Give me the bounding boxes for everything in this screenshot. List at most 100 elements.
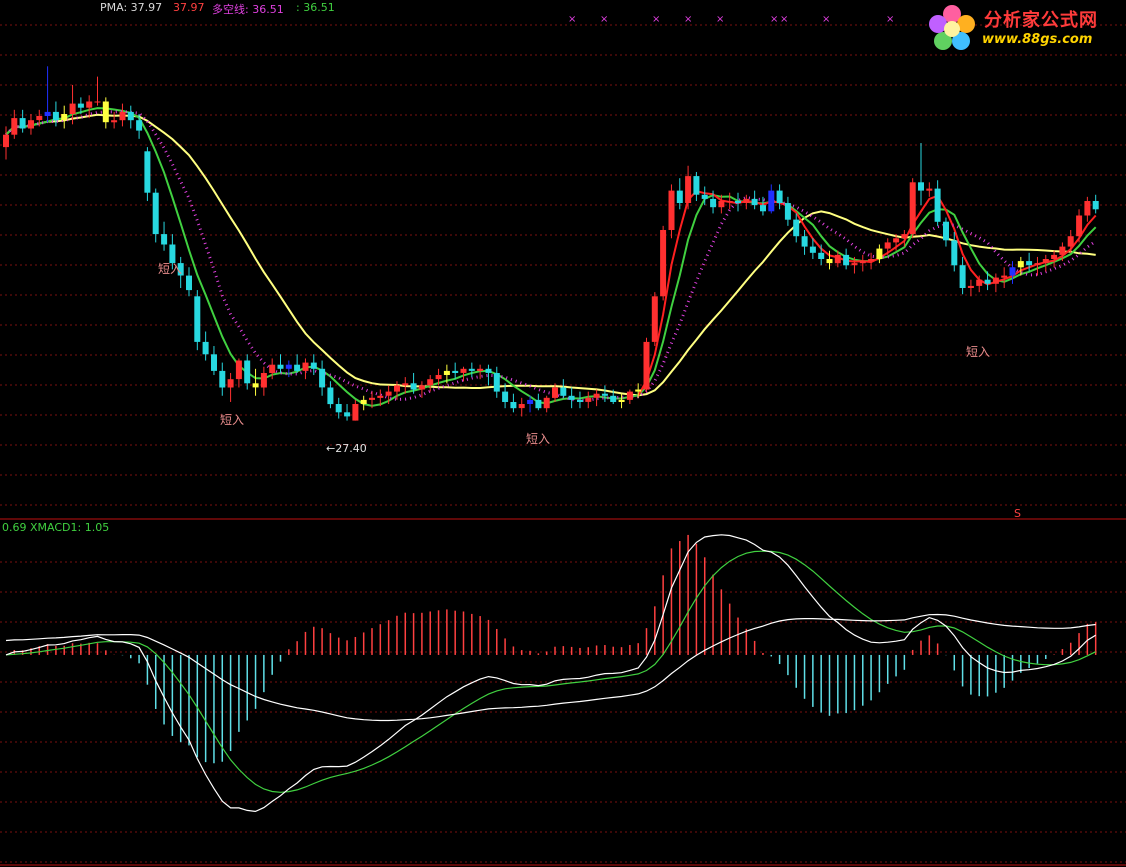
site-logo: 分析家公式网 www.88gs.com: [924, 2, 1124, 54]
candle-body: [136, 120, 143, 131]
candle-body: [801, 236, 808, 247]
candle-body: [1067, 236, 1074, 247]
candle-body: [527, 399, 534, 404]
macd-legend: 0.69 XMACD1: 1.05: [2, 521, 110, 534]
candle-body: [460, 368, 467, 373]
candle-body: [593, 393, 600, 398]
signal-label-1: 短入: [158, 262, 183, 276]
candle-body: [94, 101, 101, 103]
candle-body: [1001, 275, 1008, 278]
signal-x-marker: ×: [600, 14, 608, 25]
candle-body: [344, 412, 351, 417]
candle-body: [127, 111, 134, 121]
candle-body: [743, 198, 750, 203]
candle-body: [452, 370, 459, 373]
pma-legend: PMA: 37.97: [100, 1, 163, 14]
candle-body: [485, 368, 492, 373]
candle-body: [784, 203, 791, 220]
candle-body: [510, 402, 517, 409]
candle-body: [377, 395, 384, 398]
macd-line: [5, 534, 1097, 813]
candle-body: [851, 263, 858, 266]
signal-s-marker: S: [1014, 507, 1021, 520]
logo-url: www.88gs.com: [982, 32, 1093, 47]
candle-body: [1059, 246, 1066, 255]
candle-body: [826, 259, 833, 264]
signal-x-marker: ×: [568, 14, 576, 25]
candle-body: [1084, 201, 1091, 216]
candle-body: [410, 383, 417, 390]
candle-body: [327, 387, 334, 405]
candle-body: [685, 176, 692, 203]
candle-body: [36, 116, 43, 121]
signal-label-2: 短入: [220, 413, 245, 427]
candle-body: [277, 364, 284, 369]
candle-body: [984, 279, 991, 284]
candle-body: [560, 387, 567, 396]
candle-body: [394, 385, 400, 392]
candle-body: [676, 190, 683, 203]
candle-body: [28, 120, 34, 129]
candle-body: [943, 221, 949, 241]
signal-x-marker: ×: [652, 14, 660, 25]
candle-body: [310, 362, 317, 369]
candle-body: [252, 383, 259, 388]
candle-body: [235, 360, 242, 380]
candle-body: [269, 364, 276, 373]
signal-x-marker: ×: [780, 14, 788, 25]
candle-body: [19, 118, 26, 129]
candle-body: [502, 391, 509, 402]
candle-body: [959, 265, 966, 288]
candle-body: [44, 111, 51, 116]
candle-body: [385, 391, 392, 396]
candle-body: [543, 397, 550, 409]
candle-body: [926, 188, 933, 191]
candle-body: [1017, 261, 1024, 268]
candle-body: [1026, 261, 1033, 266]
candle-body: [901, 234, 908, 239]
candle-body: [443, 370, 450, 375]
macd-signal-line: [5, 550, 1096, 793]
candle-body: [69, 103, 76, 114]
ma-red-line: [637, 189, 1097, 397]
candle-body: [909, 182, 916, 235]
candle-body: [918, 182, 924, 191]
signal-x-marker: ×: [886, 14, 894, 25]
signal-x-marker: ×: [822, 14, 830, 25]
candle-body: [3, 134, 9, 148]
candle-body: [809, 246, 816, 253]
candle-body: [668, 190, 675, 230]
candle-body: [643, 341, 650, 390]
candle-body: [352, 404, 359, 421]
candle-body: [186, 275, 192, 291]
candle-body: [876, 248, 883, 259]
candle-body: [577, 399, 583, 402]
candle-body: [227, 379, 234, 388]
candle-body: [1076, 215, 1083, 237]
candle-body: [52, 111, 59, 121]
candle-body: [518, 404, 525, 409]
candle-body: [585, 397, 592, 402]
candle-body: [992, 277, 999, 284]
candle-body: [760, 205, 766, 212]
candle-body: [610, 395, 617, 402]
candle-body: [651, 296, 658, 342]
candle-body: [735, 201, 741, 204]
candle-body: [360, 399, 367, 404]
dkx-value-legend: : 36.51: [296, 1, 335, 14]
candle-body: [435, 375, 442, 380]
xmacd-line: [5, 613, 1096, 722]
dkx-legend: 多空线: 36.51: [212, 3, 284, 16]
candle-body: [967, 285, 974, 288]
signal-x-marker: ×: [770, 14, 778, 25]
candle-body: [194, 296, 201, 342]
signal-x-marker: ×: [684, 14, 692, 25]
candle-body: [202, 341, 209, 355]
candle-body: [693, 176, 700, 195]
pma-value-legend: 37.97: [173, 1, 205, 14]
candle-body: [319, 368, 326, 388]
candle-body: [119, 111, 126, 121]
candle-body: [1034, 263, 1041, 266]
candle-body: [859, 261, 866, 264]
candle-body: [77, 103, 84, 108]
